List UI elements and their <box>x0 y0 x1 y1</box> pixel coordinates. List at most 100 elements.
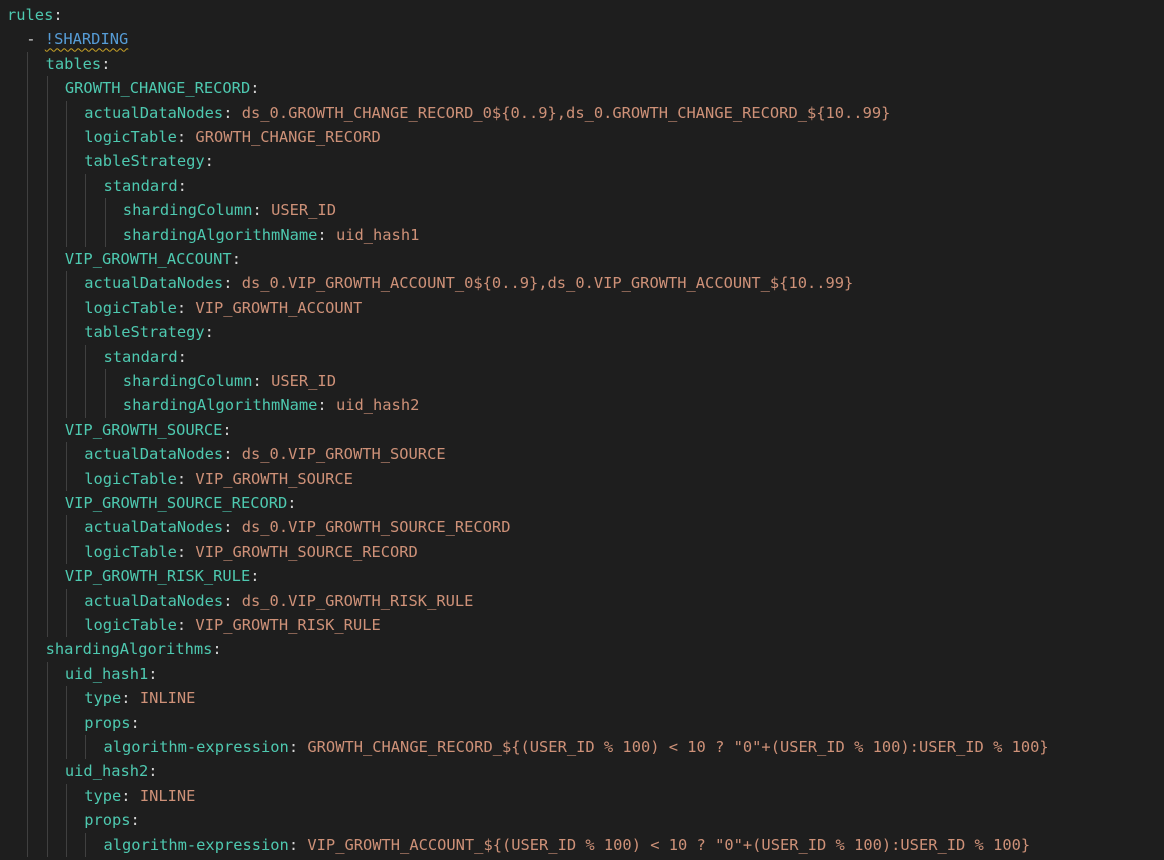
indent-guide <box>46 710 48 735</box>
code-line[interactable]: logicTable: GROWTH_CHANGE_RECORD <box>0 125 1164 150</box>
code-line[interactable]: actualDataNodes: ds_0.VIP_GROWTH_SOURCE <box>0 442 1164 467</box>
code-line[interactable]: actualDataNodes: ds_0.GROWTH_CHANGE_RECO… <box>0 100 1164 125</box>
yaml-key: logicTable <box>84 298 177 317</box>
code-editor[interactable]: rules: - !SHARDING tables: GROWTH_CHANGE_RE… <box>0 0 1164 860</box>
code-line[interactable]: GROWTH_CHANGE_RECORD: <box>0 76 1164 101</box>
indent-guide <box>104 222 106 247</box>
indent-guide <box>65 198 67 223</box>
indent-guide <box>65 466 67 491</box>
colon: : <box>176 128 187 146</box>
yaml-tag: !SHARDING <box>44 30 129 49</box>
code-line[interactable]: actualDataNodes: ds_0.VIP_GROWTH_SOURCE_… <box>0 515 1164 540</box>
colon: : <box>176 542 187 561</box>
code-line[interactable]: standard: <box>0 344 1164 369</box>
indent-guide <box>46 466 48 491</box>
yaml-value: ds_0.VIP_GROWTH_SOURCE <box>241 445 446 464</box>
colon: : <box>121 689 131 708</box>
indent-guide <box>104 393 106 418</box>
yaml-key: logicTable <box>84 469 177 488</box>
yaml-value: VIP_GROWTH_ACCOUNT <box>195 298 363 317</box>
indent-guide <box>46 417 48 443</box>
colon: : <box>317 396 327 415</box>
code-line[interactable]: shardingColumn: USER_ID <box>0 369 1164 394</box>
yaml-key: standard <box>103 347 178 366</box>
code-line[interactable]: tables: <box>0 51 1164 77</box>
indent-guide <box>27 442 29 467</box>
code-line[interactable]: algorithm-expression: GROWTH_CHANGE_RECO… <box>0 735 1164 760</box>
indent-guide <box>46 539 48 565</box>
indent-guide <box>85 735 87 760</box>
code-line[interactable]: shardingAlgorithms: <box>0 637 1164 662</box>
indent-guide <box>27 149 29 174</box>
indent-guide <box>65 125 67 150</box>
code-line[interactable]: tableStrategy: <box>0 149 1164 174</box>
yaml-key: VIP_GROWTH_RISK_RULE <box>64 567 251 586</box>
yaml-key: type <box>84 786 122 805</box>
code-line[interactable]: type: INLINE <box>0 686 1164 711</box>
code-line[interactable]: uid_hash2: <box>0 759 1164 784</box>
code-line[interactable]: uid_hash1: <box>0 661 1164 687</box>
code-line[interactable]: shardingAlgorithmName: uid_hash2 <box>0 393 1164 418</box>
indent-guide <box>27 564 29 589</box>
indent-guide <box>85 832 87 857</box>
code-line[interactable]: - !SHARDING <box>0 27 1164 51</box>
colon: : <box>177 347 187 366</box>
code-line[interactable]: rules: <box>0 3 1164 27</box>
indent-guide <box>27 832 29 857</box>
yaml-value: USER_ID <box>271 201 336 220</box>
indent-guide <box>65 271 67 296</box>
indent-guide <box>65 808 67 833</box>
indent-guide <box>65 515 67 540</box>
code-line[interactable]: shardingAlgorithmName: uid_hash1 <box>0 222 1164 247</box>
indent-guide <box>46 613 48 638</box>
indent-guide <box>27 783 29 809</box>
indent-guide <box>27 369 29 394</box>
indent-guide <box>65 173 67 199</box>
code-line[interactable]: VIP_GROWTH_SOURCE_RECORD: <box>0 491 1164 516</box>
yaml-value: uid_hash1 <box>335 225 420 244</box>
code-line[interactable]: shardingColumn: USER_ID <box>0 198 1164 223</box>
code-line[interactable]: standard: <box>0 173 1164 199</box>
indent-guide <box>46 442 48 467</box>
code-line[interactable]: actualDataNodes: ds_0.VIP_GROWTH_RISK_RU… <box>0 588 1164 613</box>
indent-guide <box>85 369 87 394</box>
yaml-key: shardingColumn <box>122 201 253 220</box>
indent-guide <box>46 295 48 321</box>
code-line[interactable]: actualDataNodes: ds_0.VIP_GROWTH_ACCOUNT… <box>0 271 1164 296</box>
code-line[interactable]: logicTable: VIP_GROWTH_SOURCE <box>0 466 1164 491</box>
indent-guide <box>46 564 48 589</box>
yaml-value: USER_ID <box>271 372 336 390</box>
yaml-value: ds_0.VIP_GROWTH_SOURCE_RECORD <box>241 518 511 537</box>
indent-guide <box>85 173 87 199</box>
code-line[interactable]: logicTable: VIP_GROWTH_SOURCE_RECORD <box>0 539 1164 565</box>
colon: : <box>204 323 214 342</box>
indent-guide <box>85 198 87 223</box>
code-line[interactable]: type: INLINE <box>0 783 1164 809</box>
code-line[interactable]: logicTable: VIP_GROWTH_RISK_RULE <box>0 613 1164 638</box>
code-line[interactable]: props: <box>0 710 1164 735</box>
code-line[interactable]: VIP_GROWTH_SOURCE: <box>0 417 1164 443</box>
indent-guide <box>27 222 29 247</box>
code-line[interactable]: VIP_GROWTH_RISK_RULE: <box>0 564 1164 589</box>
indent-guide <box>46 393 48 418</box>
yaml-key: VIP_GROWTH_SOURCE_RECORD <box>64 494 288 512</box>
indent-guide <box>27 271 29 296</box>
indent-guide <box>46 491 48 516</box>
indent-guide <box>46 100 48 125</box>
yaml-key: VIP_GROWTH_SOURCE <box>64 420 223 439</box>
colon: : <box>176 298 187 317</box>
code-line[interactable]: VIP_GROWTH_ACCOUNT: <box>0 247 1164 272</box>
code-line[interactable]: algorithm-expression: VIP_GROWTH_ACCOUNT… <box>0 832 1164 857</box>
yaml-value: VIP_GROWTH_SOURCE_RECORD <box>195 542 418 561</box>
indent-guide <box>27 198 29 223</box>
indent-guide <box>65 442 67 467</box>
code-line[interactable]: logicTable: VIP_GROWTH_ACCOUNT <box>0 295 1164 321</box>
code-line[interactable]: props: <box>0 808 1164 833</box>
indent-guide <box>65 588 67 613</box>
code-line[interactable]: tableStrategy: <box>0 320 1164 345</box>
yaml-key: actualDataNodes <box>84 518 224 537</box>
yaml-key: shardingColumn <box>122 372 253 390</box>
